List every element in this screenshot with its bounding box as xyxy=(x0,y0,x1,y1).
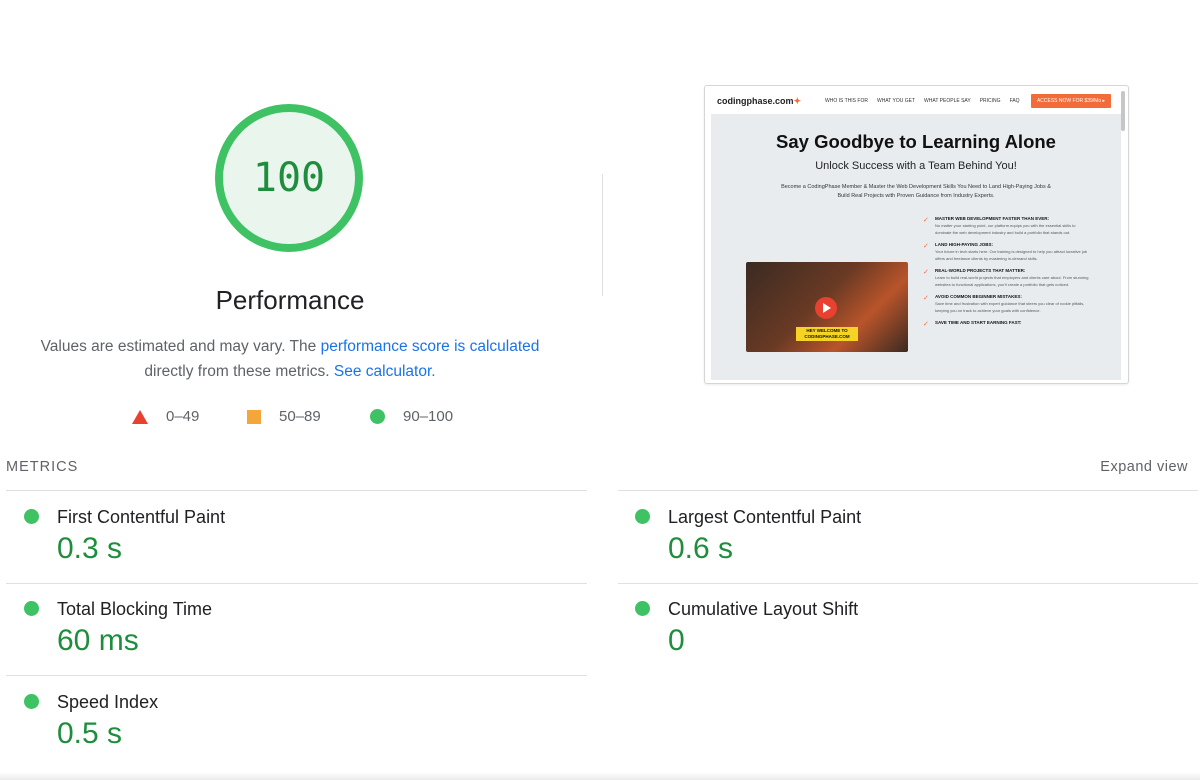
thumb-scrollbar[interactable] xyxy=(1121,91,1125,131)
legend-pass: 90–100 xyxy=(370,408,453,425)
thumb-nav-links: WHO IS THIS FOR WHAT YOU GET WHAT PEOPLE… xyxy=(825,98,1020,104)
thumb-nav-link: WHAT YOU GET xyxy=(876,98,916,104)
metric-label: First Contentful Paint xyxy=(57,507,226,527)
pass-circle-icon xyxy=(24,694,39,709)
thumb-nav-link: FAQ xyxy=(1009,98,1020,104)
circle-icon xyxy=(370,409,385,424)
legend-pass-label: 90–100 xyxy=(403,408,454,425)
thumb-feature: ✓ LAND HIGH-PAYING JOBS: Your future in … xyxy=(923,242,1088,261)
vertical-divider xyxy=(602,174,603,296)
square-icon xyxy=(247,409,261,424)
legend-average: 50–89 xyxy=(247,408,321,425)
thumb-nav-link: PRICING xyxy=(979,98,1001,104)
thumb-hero: Say Goodbye to Learning Alone Unlock Suc… xyxy=(711,114,1121,380)
metric-value: 0.5 s xyxy=(57,717,123,750)
metric-value: 60 ms xyxy=(57,624,139,657)
pass-circle-icon xyxy=(635,509,650,524)
thumb-feature: ✓ AVOID COMMON BEGINNER MISTAKES: Save t… xyxy=(923,294,1085,313)
metric-largest-contentful-paint: Largest Contentful Paint 0.6 s xyxy=(617,500,1177,580)
play-icon xyxy=(815,297,837,319)
metric-divider xyxy=(6,583,587,584)
check-icon: ✓ xyxy=(923,321,929,328)
score-legend: 0–49 50–89 90–100 xyxy=(0,408,600,432)
thumb-logo: codingphase.com✦ xyxy=(717,96,802,106)
metric-label: Total Blocking Time xyxy=(57,599,213,619)
thumb-feature: ✓ SAVE TIME AND START EARNING FAST: xyxy=(923,320,1022,328)
performance-gauge: 100 xyxy=(213,102,365,254)
thumb-video: HEY WELCOME TO CODINGPHASE.COM xyxy=(746,262,908,352)
metric-first-contentful-paint: First Contentful Paint 0.3 s xyxy=(6,500,566,580)
metric-value: 0.6 s xyxy=(668,532,734,565)
check-icon: ✓ xyxy=(923,243,929,250)
metric-value: 0 xyxy=(668,624,685,657)
metric-divider xyxy=(6,490,587,491)
performance-label: Performance xyxy=(215,285,365,315)
legend-fail-label: 0–49 xyxy=(166,408,200,425)
thumb-feature: ✓ MASTER WEB DEVELOPMENT FASTER THAN EVE… xyxy=(923,216,1076,235)
metric-label: Speed Index xyxy=(57,692,159,712)
metrics-heading: METRICS xyxy=(6,459,79,475)
triangle-icon xyxy=(132,409,148,424)
expand-view-button[interactable]: Expand view xyxy=(1100,459,1188,475)
pass-circle-icon xyxy=(635,601,650,616)
performance-description: Values are estimated and may vary. The p… xyxy=(20,334,560,384)
bottom-edge xyxy=(0,772,1200,780)
thumb-headline: Say Goodbye to Learning Alone xyxy=(776,131,1056,152)
pass-circle-icon xyxy=(24,509,39,524)
metric-divider xyxy=(618,490,1198,491)
final-screenshot[interactable]: codingphase.com✦ WHO IS THIS FOR WHAT YO… xyxy=(704,85,1129,384)
thumb-feature: ✓ REAL-WORLD PROJECTS THAT MATTER: Learn… xyxy=(923,268,1089,287)
see-calculator-link[interactable]: See calculator. xyxy=(334,363,436,380)
thumb-cta-button: ACCESS NOW FOR $39/Mo ▸ xyxy=(1031,94,1111,108)
check-icon: ✓ xyxy=(923,295,929,302)
thumb-nav-link: WHAT PEOPLE SAY xyxy=(924,98,971,104)
legend-average-label: 50–89 xyxy=(279,408,321,425)
check-icon: ✓ xyxy=(923,269,929,276)
thumb-feature-list: ✓ MASTER WEB DEVELOPMENT FASTER THAN EVE… xyxy=(923,216,1093,331)
description-text: Values are estimated and may vary. The xyxy=(40,338,321,355)
thumb-paragraph: Become a CodingPhase Member & Master the… xyxy=(781,184,1051,199)
legend-fail: 0–49 xyxy=(132,408,199,425)
thumb-nav-link: WHO IS THIS FOR xyxy=(825,98,868,104)
metric-total-blocking-time: Total Blocking Time 60 ms xyxy=(6,592,566,672)
pass-circle-icon xyxy=(24,601,39,616)
metric-value: 0.3 s xyxy=(57,532,123,565)
video-caption: HEY WELCOME TO CODINGPHASE.COM xyxy=(796,327,858,341)
metric-label: Largest Contentful Paint xyxy=(668,507,862,527)
metric-label: Cumulative Layout Shift xyxy=(668,599,859,619)
metric-divider xyxy=(6,675,587,676)
check-icon: ✓ xyxy=(923,217,929,224)
metric-speed-index: Speed Index 0.5 s xyxy=(6,685,566,765)
score-calculated-link[interactable]: performance score is calculated xyxy=(321,338,540,355)
thumb-subheadline: Unlock Success with a Team Behind You! xyxy=(815,160,1017,172)
thumb-navbar: codingphase.com✦ WHO IS THIS FOR WHAT YO… xyxy=(705,86,1121,114)
description-text-2: directly from these metrics. xyxy=(144,363,334,380)
metric-cumulative-layout-shift: Cumulative Layout Shift 0 xyxy=(617,592,1177,672)
performance-score: 100 xyxy=(252,155,326,201)
metric-divider xyxy=(618,583,1198,584)
